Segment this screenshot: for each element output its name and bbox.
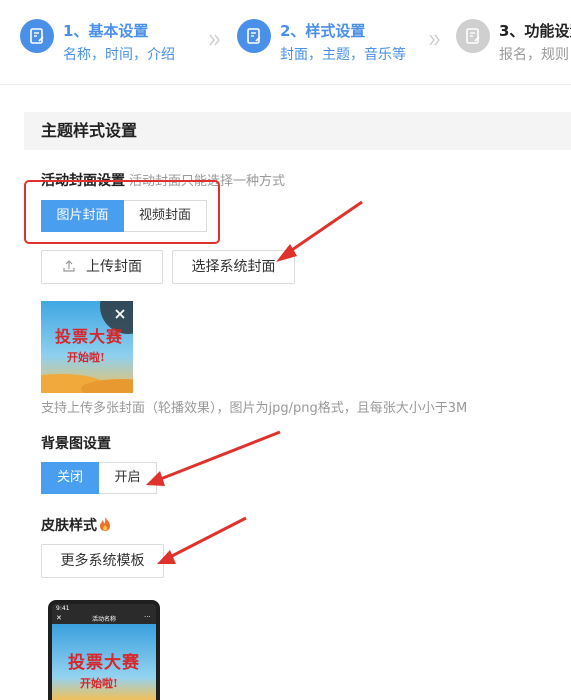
chevron-double-right-icon xyxy=(429,34,440,46)
step-subtitle: 名称，时间，介绍 xyxy=(63,47,175,63)
step-title: 1、基本设置 xyxy=(63,22,149,40)
step-subtitle: 报名，规则 xyxy=(499,47,569,63)
image-cover-option[interactable]: 图片封面 xyxy=(41,200,124,232)
upload-icon xyxy=(63,260,75,272)
cover-thumbnail[interactable]: 投票大赛 开始啦! xyxy=(41,301,133,393)
step-title: 3、功能设置 xyxy=(499,22,571,40)
arrow-to-background-on xyxy=(146,430,281,486)
edit-document-icon xyxy=(456,19,490,53)
background-toggle: 关闭 开启 xyxy=(41,462,157,494)
fire-icon xyxy=(100,517,110,531)
chevron-double-right-icon xyxy=(209,34,220,46)
preview-headline: 投票大赛 xyxy=(68,653,140,673)
close-icon[interactable] xyxy=(113,307,127,321)
background-off-option[interactable]: 关闭 xyxy=(41,462,99,494)
background-settings-label: 背景图设置 xyxy=(41,436,111,452)
skin-preview[interactable]: 9:41 ✕ 活动名称 ··· 投票大赛 开始啦! xyxy=(48,600,160,700)
preview-title: 活动名称 xyxy=(91,616,116,623)
edit-document-icon xyxy=(20,19,54,53)
section-title: 主题样式设置 xyxy=(24,112,571,150)
preview-status-time: 9:41 xyxy=(56,605,70,612)
upload-cover-label: 上传封面 xyxy=(86,259,142,275)
step-subtitle: 封面，主题，音乐等 xyxy=(280,47,406,63)
skin-style-label: 皮肤样式 xyxy=(41,515,112,535)
preview-screen: 9:41 ✕ 活动名称 ··· 投票大赛 开始啦! xyxy=(52,604,156,700)
more-icon: ··· xyxy=(144,613,151,621)
background-on-option[interactable]: 开启 xyxy=(99,462,157,494)
select-system-cover-button[interactable]: 选择系统封面 xyxy=(172,250,295,284)
preview-subheadline: 开始啦! xyxy=(80,677,118,690)
more-system-templates-button[interactable]: 更多系统模板 xyxy=(41,544,164,578)
cover-headline: 投票大赛 xyxy=(55,327,124,346)
video-cover-option[interactable]: 视频封面 xyxy=(124,200,207,232)
skin-label-text: 皮肤样式 xyxy=(41,518,97,534)
cover-subheadline: 开始啦! xyxy=(67,351,105,364)
upload-cover-button[interactable]: 上传封面 xyxy=(41,250,163,284)
cover-upload-note: 支持上传多张封面（轮播效果），图片为jpg/png格式，且每张大小小于3M xyxy=(41,401,468,416)
edit-document-icon xyxy=(237,19,271,53)
step-title: 2、样式设置 xyxy=(280,22,366,40)
cover-mode-toggle: 图片封面 视频封面 xyxy=(41,200,207,232)
stepper: 1、基本设置 名称，时间，介绍 2、样式设置 封面，主题，音乐等 3、功能设置 … xyxy=(0,0,571,85)
arrow-to-more-templates xyxy=(157,516,247,564)
